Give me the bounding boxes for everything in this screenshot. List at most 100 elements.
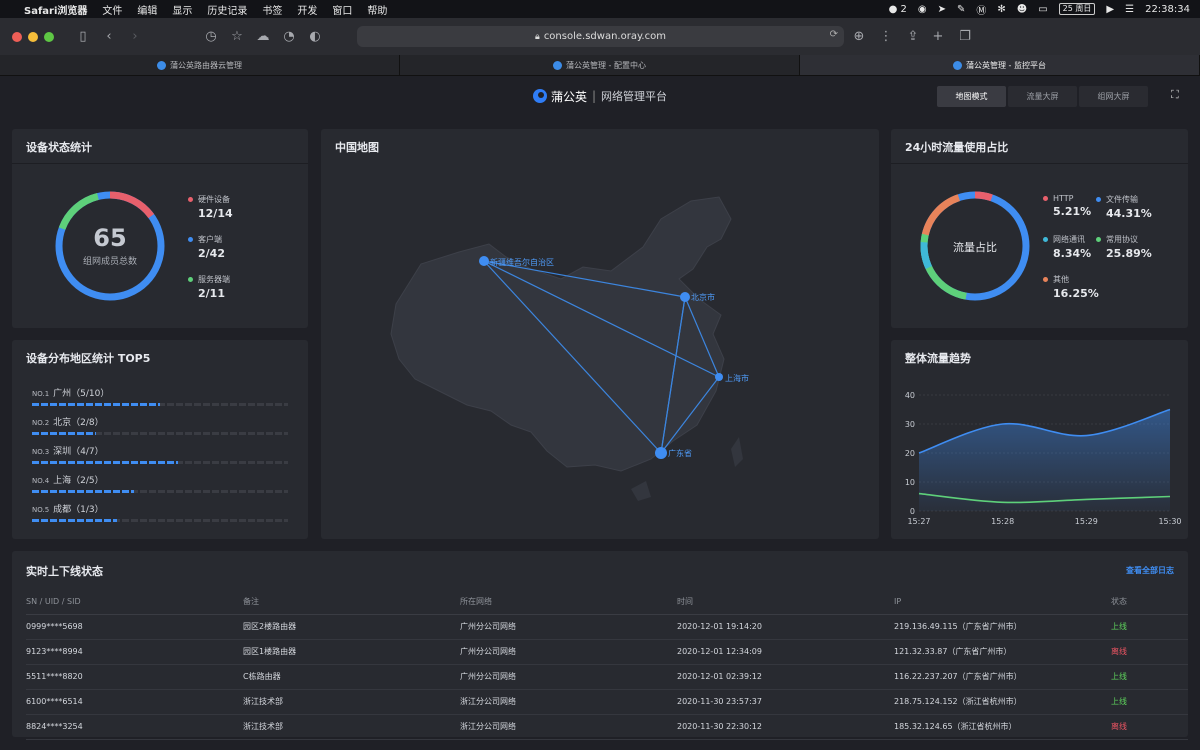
- share-icon[interactable]: ⇪: [900, 29, 926, 44]
- menu-window[interactable]: 窗口: [332, 2, 352, 17]
- traffic-trend-chart: 0 10 20 30 40 15:27 15:28 15:29 15:30: [905, 391, 1182, 526]
- china-outline: [390, 196, 732, 472]
- region-count: （2/8）: [71, 418, 104, 428]
- cell-sn: 9123****8994: [26, 639, 243, 665]
- table-row[interactable]: 5511****8820 C栋路由器 广州分公司网络 2020-12-01 02:39…: [26, 664, 1188, 690]
- address-bar[interactable]: 🔒︎ console.sdwan.oray.com ⟳: [357, 26, 844, 47]
- traffic-legend-item: 网络通讯 8.34%: [1043, 234, 1091, 260]
- traffic-legend-item: 常用协议 25.89%: [1096, 234, 1152, 260]
- cell-note: C栋路由器: [243, 664, 460, 690]
- forward-icon[interactable]: ›: [122, 29, 148, 44]
- shield-icon[interactable]: ◐: [302, 29, 328, 44]
- region-count: （5/10）: [71, 389, 110, 399]
- taiwan-outline: [731, 437, 743, 467]
- menu-develop[interactable]: 开发: [297, 2, 317, 17]
- table-row[interactable]: 8824****3254 浙江技术部 浙江分公司网络 2020-11-30 22:30…: [26, 714, 1188, 740]
- region-bar: [32, 490, 288, 493]
- region-count: （2/5）: [71, 476, 104, 486]
- fullscreen-icon[interactable]: ⛶: [1171, 89, 1182, 100]
- download-icon[interactable]: ⊕: [846, 29, 872, 44]
- play-icon[interactable]: ▶: [1106, 4, 1114, 15]
- close-window-button[interactable]: [12, 31, 22, 42]
- bookmark-star-icon[interactable]: ☆: [224, 29, 250, 44]
- tab-router-cloud[interactable]: 蒲公英路由器云管理: [0, 55, 400, 75]
- y-tick-label: 40: [905, 391, 915, 400]
- legend-value: 25.89%: [1106, 247, 1152, 260]
- cell-time: 2020-11-30 23:57:37: [677, 689, 894, 715]
- status-table-panel: 实时上下线状态 查看全部日志 SN / UID / SID 备注 所在网络 时间…: [12, 551, 1188, 740]
- calendar-date[interactable]: 25 周日: [1058, 3, 1096, 15]
- region-city: 北京: [53, 418, 72, 428]
- tab-config-center[interactable]: 蒲公英管理 - 配置中心: [400, 55, 800, 75]
- table-row[interactable]: 0999****5698 园区2楼路由器 广州分公司网络 2020-12-01 19:…: [26, 614, 1188, 640]
- reload-icon[interactable]: ⟳: [830, 29, 838, 40]
- menu-history[interactable]: 历史记录: [207, 2, 247, 17]
- legend-value: 8.34%: [1053, 247, 1092, 260]
- traffic-trend-panel: 整体流量趋势 0 10 20 30 40 15:27 15:28 15:29 15:30: [891, 340, 1188, 539]
- traffic-share-panel: 24小时流量使用占比 流量占比 HTTP 5.21% 文件传输 44.31% 网络通讯 8…: [891, 129, 1188, 328]
- extensions-grid-icon[interactable]: ⋮: [873, 29, 899, 44]
- menu-view[interactable]: 显示: [172, 2, 192, 17]
- oray-favicon-icon: [157, 60, 166, 70]
- server-dot-icon: [188, 277, 193, 282]
- menu-app[interactable]: Safari浏览器: [24, 2, 87, 17]
- panel-title: 24小时流量使用占比: [905, 141, 1009, 154]
- clock-time[interactable]: 22:38:34: [1145, 4, 1190, 15]
- panel-title: 实时上下线状态: [26, 565, 103, 578]
- sidebar-toggle-icon[interactable]: ▯: [70, 29, 96, 44]
- legend-dot-icon: [1043, 237, 1048, 242]
- total-members-label: 组网成员总数: [82, 257, 137, 267]
- zoom-window-button[interactable]: [44, 31, 54, 42]
- new-tab-icon[interactable]: +: [925, 29, 951, 44]
- notification-icon[interactable]: ● 2: [889, 4, 907, 15]
- legend-dot-icon: [1043, 277, 1048, 282]
- minimize-window-button[interactable]: [28, 31, 38, 42]
- wechat-icon[interactable]: ◉: [918, 4, 927, 15]
- region-city: 深圳: [53, 447, 72, 457]
- cell-network: 浙江分公司网络: [460, 689, 677, 715]
- emoji-icon[interactable]: ☻: [1017, 4, 1027, 15]
- menu-edit[interactable]: 编辑: [137, 2, 157, 17]
- legend-dot-icon: [1096, 237, 1101, 242]
- back-icon[interactable]: ‹: [96, 29, 122, 44]
- mode-network-screen[interactable]: 组网大屏: [1079, 86, 1148, 107]
- city-label-guangdong: 广东省: [668, 448, 692, 458]
- tab-overview-icon[interactable]: ❐: [952, 29, 978, 44]
- region-city: 广州: [53, 389, 72, 399]
- send-icon[interactable]: ➤: [938, 4, 946, 15]
- rank-no: NO.2: [32, 419, 50, 427]
- cell-note: 园区1楼路由器: [243, 639, 460, 665]
- cell-time: 2020-12-01 02:39:12: [677, 664, 894, 690]
- mode-map[interactable]: 地图模式: [937, 86, 1006, 107]
- edit-icon[interactable]: ✎: [957, 4, 965, 15]
- history-icon[interactable]: ◷: [198, 29, 224, 44]
- china-map-panel: 中国地图 新疆维吾尔自治区 北京市 上海市 广东省: [321, 129, 879, 539]
- control-center-icon[interactable]: ☰: [1125, 4, 1134, 15]
- mode-traffic-screen[interactable]: 流量大屏: [1008, 86, 1077, 107]
- view-all-logs-link[interactable]: 查看全部日志: [1126, 565, 1174, 576]
- rank-no: NO.4: [32, 477, 50, 485]
- china-map[interactable]: 新疆维吾尔自治区 北京市 上海市 广东省: [321, 129, 879, 539]
- region-row: NO.3 深圳（4/7）: [32, 444, 288, 464]
- col-time: 时间: [677, 590, 894, 615]
- menu-bookmarks[interactable]: 书签: [262, 2, 282, 17]
- m-app-icon[interactable]: Ⓜ: [976, 2, 986, 17]
- cell-status: 上线: [1111, 689, 1188, 715]
- cloud-icon[interactable]: ☁: [250, 29, 276, 44]
- tab-monitor-platform[interactable]: 蒲公英管理 - 监控平台: [800, 55, 1200, 75]
- mode-switcher: 地图模式 流量大屏 组网大屏: [937, 86, 1148, 107]
- rss-icon[interactable]: ◔: [276, 29, 302, 44]
- legend-value: 2/42: [198, 247, 225, 260]
- display-icon[interactable]: ▭: [1038, 4, 1047, 15]
- openai-icon[interactable]: ✻: [997, 4, 1005, 15]
- col-sn: SN / UID / SID: [26, 590, 243, 615]
- table-row[interactable]: 9123****8994 园区1楼路由器 广州分公司网络 2020-12-01 12:…: [26, 639, 1188, 665]
- table-row[interactable]: 6100****6514 浙江技术部 浙江分公司网络 2020-11-30 23:57…: [26, 689, 1188, 715]
- menu-file[interactable]: 文件: [102, 2, 122, 17]
- cell-status: 离线: [1111, 639, 1188, 665]
- menu-help[interactable]: 帮助: [367, 2, 387, 17]
- cell-status: 上线: [1111, 614, 1188, 640]
- traffic-legend-item: 其他 16.25%: [1043, 274, 1099, 300]
- traffic-legend-item: 文件传输 44.31%: [1096, 194, 1152, 220]
- donut-center: 65 组网成员总数: [52, 224, 168, 267]
